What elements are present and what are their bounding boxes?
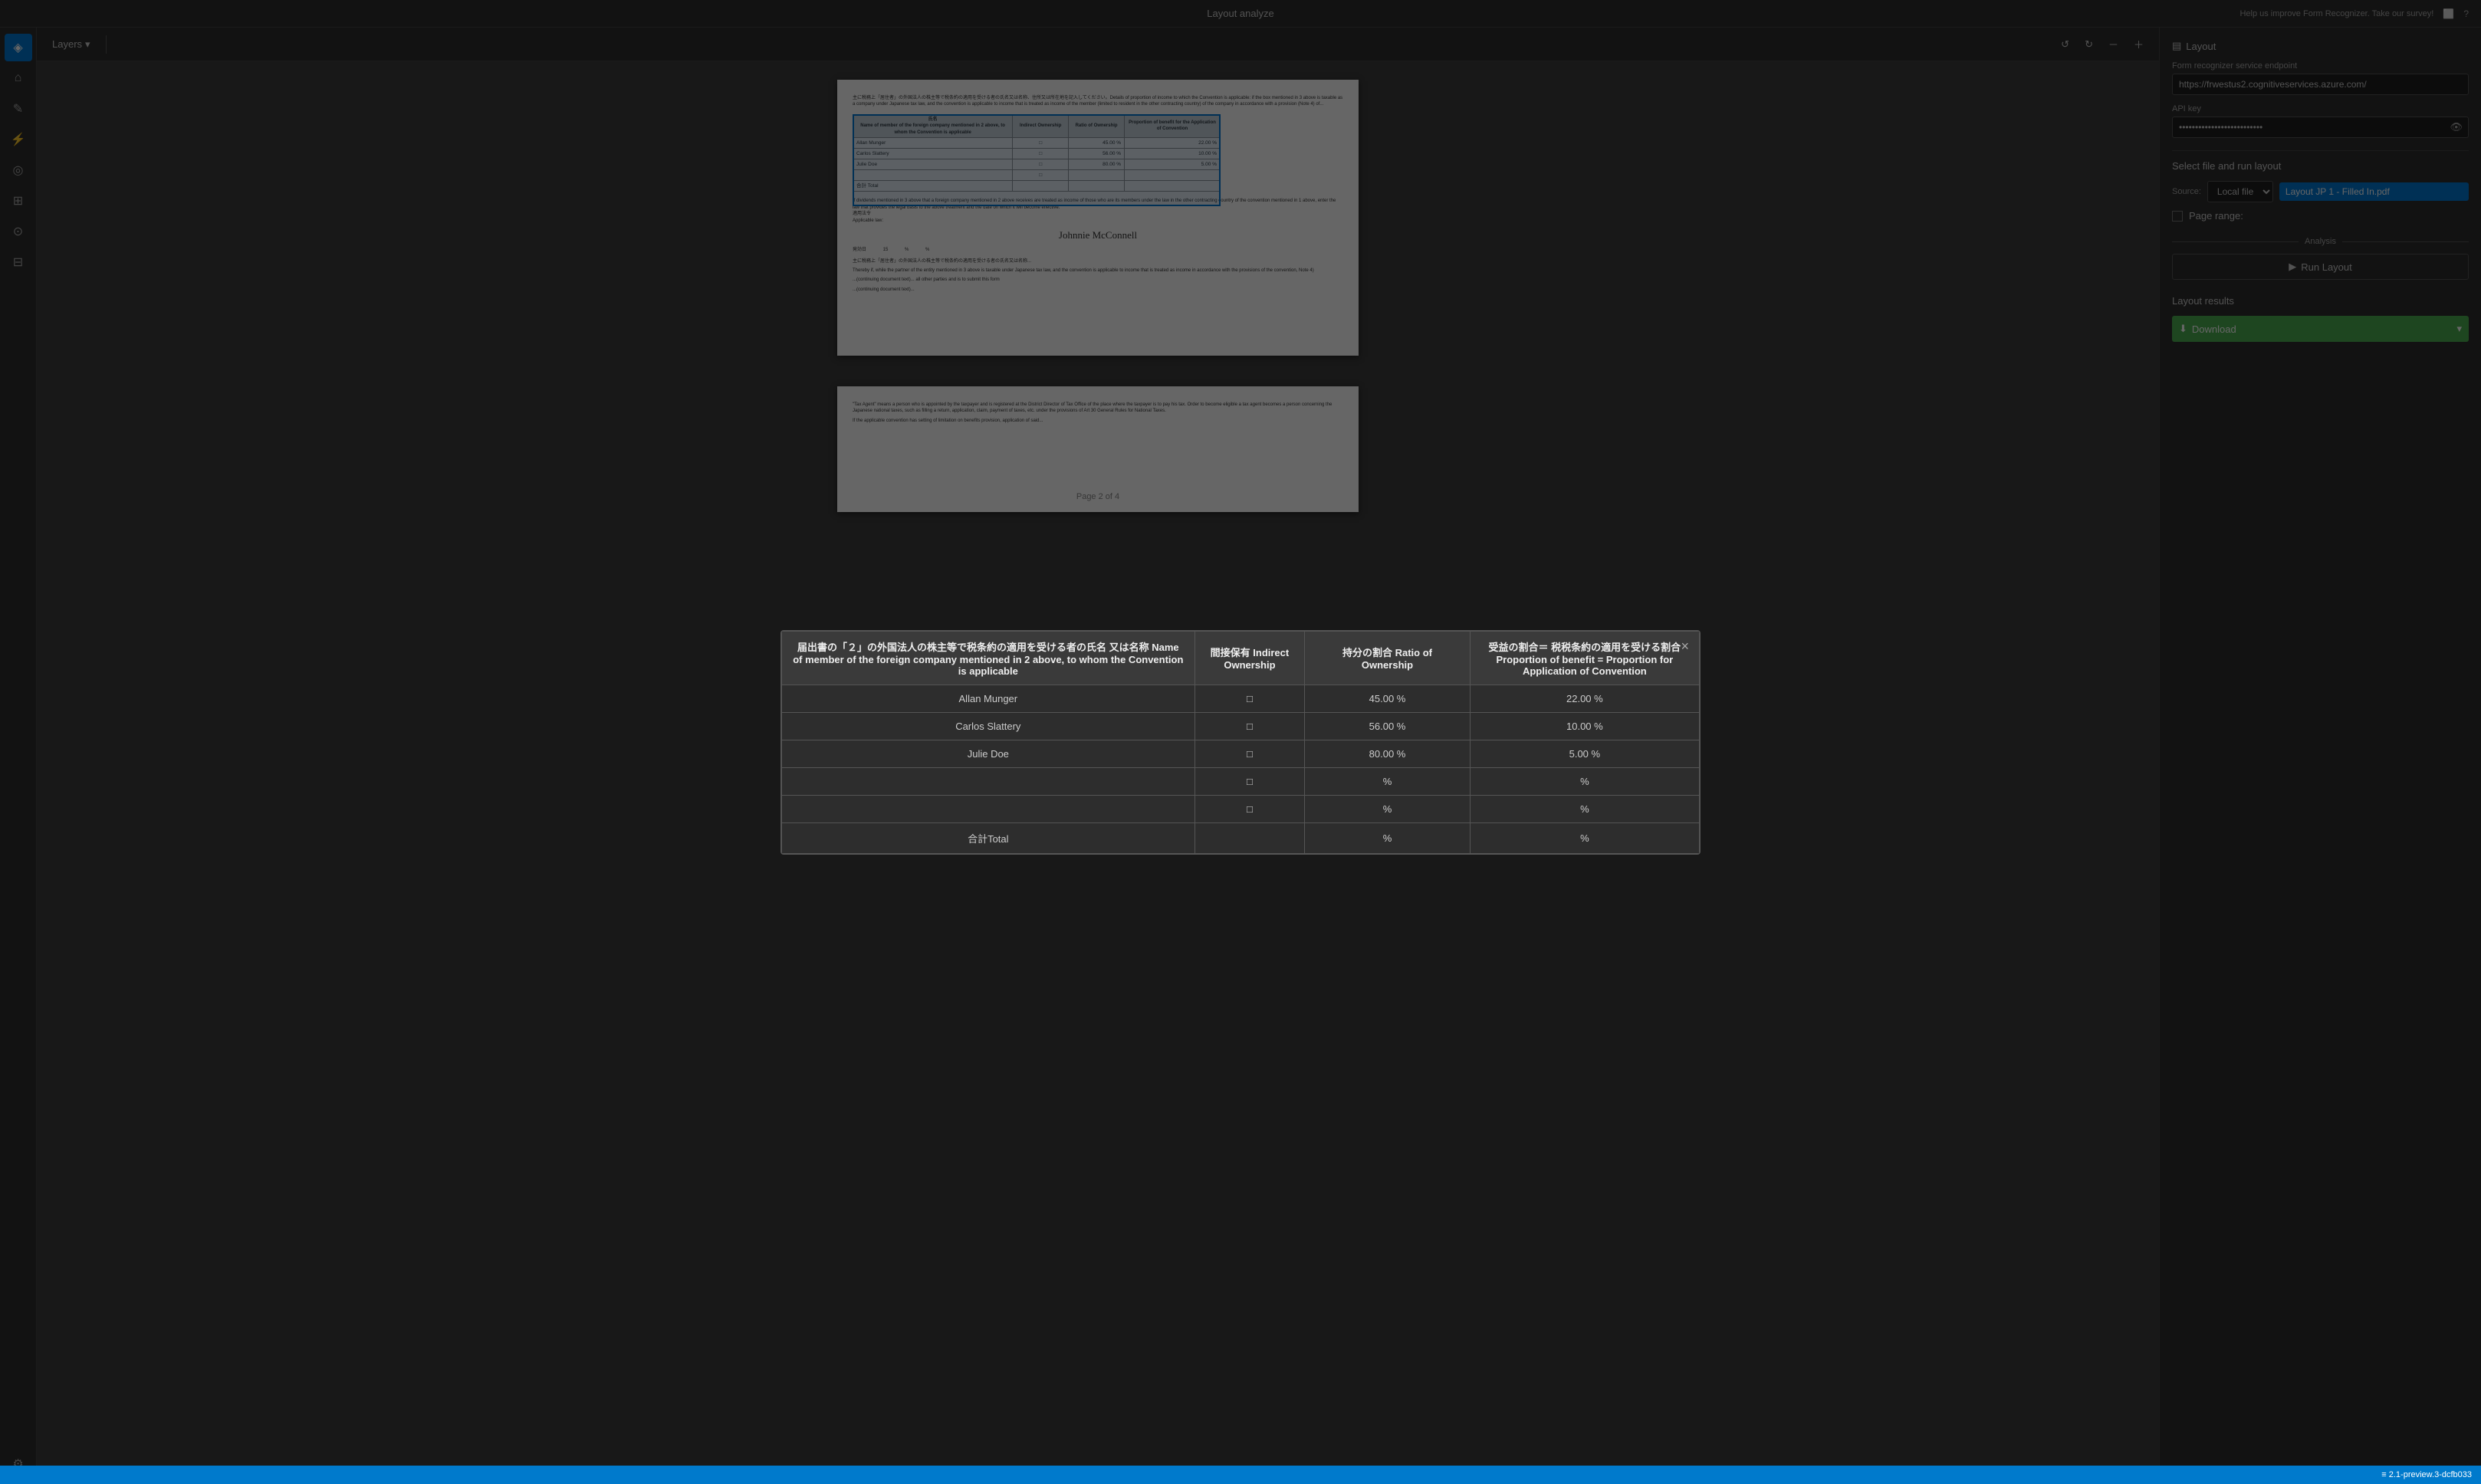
table-row: □ % % [782, 767, 1700, 795]
cell-checkbox: □ [1194, 740, 1305, 767]
cell-name: 合計Total [782, 822, 1195, 853]
cell-checkbox: □ [1194, 685, 1305, 712]
cell-name [782, 767, 1195, 795]
cell-ratio: % [1305, 795, 1470, 822]
cell-benefit: % [1470, 795, 1699, 822]
cell-benefit: 10.00 % [1470, 712, 1699, 740]
col-header-indirect: 間接保有 Indirect Ownership [1194, 631, 1305, 685]
statusbar: ≡ 2.1-preview.3-dcfb033 [0, 1466, 2481, 1484]
cell-name: Carlos Slattery [782, 712, 1195, 740]
cell-benefit: 22.00 % [1470, 685, 1699, 712]
modal-close-button[interactable]: × [1681, 639, 1689, 655]
version-text: ≡ 2.1-preview.3-dcfb033 [2381, 1470, 2472, 1479]
table-row: Carlos Slattery □ 56.00 % 10.00 % [782, 712, 1700, 740]
col-header-name: 届出書の「２」の外国法人の株主等で税条約の適用を受ける者の氏名 又は名称 Nam… [782, 631, 1195, 685]
cell-checkbox: □ [1194, 712, 1305, 740]
modal-dialog: × 届出書の「２」の外国法人の株主等で税条約の適用を受ける者の氏名 又は名称 N… [780, 630, 1701, 855]
modal-table: 届出書の「２」の外国法人の株主等で税条約の適用を受ける者の氏名 又は名称 Nam… [781, 631, 1700, 854]
table-row: 合計Total % % [782, 822, 1700, 853]
cell-name [782, 795, 1195, 822]
cell-checkbox: □ [1194, 767, 1305, 795]
cell-ratio: % [1305, 767, 1470, 795]
cell-ratio: 56.00 % [1305, 712, 1470, 740]
col-header-benefit: 受益の割合＝ 税税条約の適用を受ける割合 Proportion of benef… [1470, 631, 1699, 685]
cell-benefit: % [1470, 822, 1699, 853]
cell-checkbox: □ [1194, 795, 1305, 822]
cell-benefit: 5.00 % [1470, 740, 1699, 767]
modal-table-body: Allan Munger □ 45.00 % 22.00 % Carlos Sl… [782, 685, 1700, 853]
cell-name: Allan Munger [782, 685, 1195, 712]
cell-ratio: 80.00 % [1305, 740, 1470, 767]
col-header-ratio: 持分の割合 Ratio of Ownership [1305, 631, 1470, 685]
cell-name: Julie Doe [782, 740, 1195, 767]
table-header-row: 届出書の「２」の外国法人の株主等で税条約の適用を受ける者の氏名 又は名称 Nam… [782, 631, 1700, 685]
cell-benefit: % [1470, 767, 1699, 795]
cell-ratio: % [1305, 822, 1470, 853]
table-row: Allan Munger □ 45.00 % 22.00 % [782, 685, 1700, 712]
cell-checkbox [1194, 822, 1305, 853]
table-row: □ % % [782, 795, 1700, 822]
modal-overlay[interactable]: × 届出書の「２」の外国法人の株主等で税条約の適用を受ける者の氏名 又は名称 N… [0, 0, 2481, 1484]
table-row: Julie Doe □ 80.00 % 5.00 % [782, 740, 1700, 767]
cell-ratio: 45.00 % [1305, 685, 1470, 712]
